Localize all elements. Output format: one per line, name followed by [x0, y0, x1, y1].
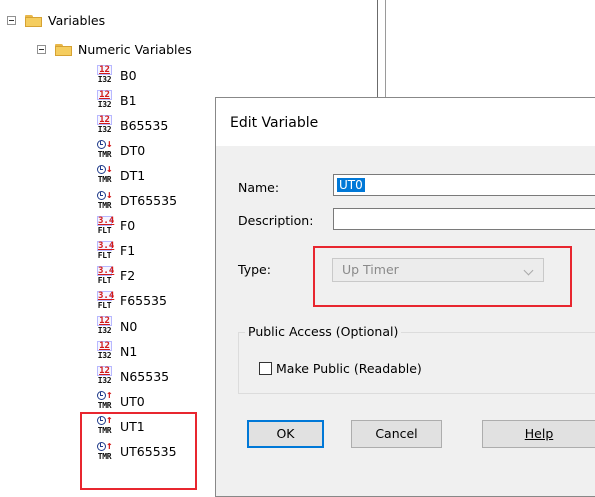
- float-variable-icon: 3.4 FLT: [97, 215, 115, 235]
- tree-node-variables[interactable]: Variables: [7, 9, 105, 31]
- int32-variable-icon: 12 I32: [97, 90, 112, 110]
- int32-variable-icon: 12 I32: [97, 316, 112, 335]
- description-field[interactable]: [333, 208, 595, 230]
- tree-item[interactable]: 12 I32 B1: [96, 89, 137, 111]
- tree-item[interactable]: 3.4 FLT F1: [96, 240, 135, 262]
- dialog-titlebar[interactable]: Edit Variable: [216, 98, 595, 146]
- tree-item[interactable]: 12 I32 N1: [96, 340, 137, 362]
- tree-item-label: B0: [120, 67, 137, 83]
- edit-variable-dialog: Edit Variable Name: UT0 Description: Typ…: [215, 97, 595, 497]
- cancel-button-label: Cancel: [375, 426, 418, 441]
- int32-variable-icon: 12 I32: [97, 115, 112, 135]
- tree-item[interactable]: 12 I32 B0: [96, 64, 137, 86]
- type-label: Type:: [238, 262, 271, 277]
- collapse-icon[interactable]: [7, 15, 16, 25]
- name-label: Name:: [238, 180, 280, 195]
- tree-item-label: N1: [120, 343, 138, 359]
- description-label: Description:: [238, 213, 314, 228]
- tree-item-label: F1: [120, 243, 136, 259]
- tree-item-label: DT0: [120, 142, 146, 158]
- tree-item-label: F65535: [120, 293, 167, 309]
- public-access-legend: Public Access (Optional): [245, 324, 402, 339]
- tree-item-label: B1: [120, 92, 137, 108]
- make-public-label[interactable]: Make Public (Readable): [276, 361, 422, 376]
- tree-item[interactable]: 12 I32 N65535: [96, 365, 169, 387]
- tree-item[interactable]: ↓ TMR DT1: [96, 162, 146, 186]
- tree-item[interactable]: ↓ TMR DT0: [96, 137, 146, 161]
- highlight-box-type: [313, 246, 572, 307]
- folder-icon: [25, 14, 42, 27]
- tree-item-label: DT1: [120, 167, 146, 183]
- down-timer-icon: ↓ TMR: [97, 162, 113, 185]
- folder-icon: [55, 43, 72, 56]
- tree-item[interactable]: 3.4 FLT F2: [96, 265, 135, 287]
- tree-item-label: B65535: [120, 117, 169, 133]
- ok-button-label: OK: [276, 426, 295, 441]
- tree-item[interactable]: 3.4 FLT F0: [96, 215, 135, 237]
- int32-variable-icon: 12 I32: [97, 65, 112, 84]
- down-timer-icon: ↓ TMR: [97, 137, 113, 160]
- highlight-box-timers: [80, 412, 197, 490]
- tree-item-label: N65535: [120, 368, 170, 384]
- int32-variable-icon: 12 I32: [97, 366, 112, 386]
- tree-item-label: UT0: [120, 393, 145, 409]
- tree-item[interactable]: 3.4 FLT F65535: [96, 290, 167, 312]
- float-variable-icon: 3.4 FLT: [97, 240, 115, 260]
- up-timer-icon: ↑ TMR: [97, 388, 113, 411]
- help-button[interactable]: Help: [482, 420, 595, 448]
- make-public-checkbox[interactable]: [259, 362, 272, 375]
- tree-item-label: F0: [120, 218, 136, 234]
- tree-node-label: Variables: [48, 12, 106, 28]
- float-variable-icon: 3.4 FLT: [97, 290, 115, 310]
- tree-item[interactable]: ↑ TMR UT0: [96, 388, 145, 412]
- cancel-button[interactable]: Cancel: [351, 420, 442, 448]
- name-value: UT0: [337, 178, 365, 192]
- collapse-icon[interactable]: [37, 44, 46, 54]
- int32-variable-icon: 12 I32: [97, 341, 112, 361]
- tree-item[interactable]: 12 I32 B65535: [96, 114, 168, 136]
- dialog-title: Edit Variable: [230, 115, 319, 131]
- ok-button[interactable]: OK: [247, 420, 324, 448]
- tree-item[interactable]: ↓ TMR DT65535: [96, 187, 178, 212]
- float-variable-icon: 3.4 FLT: [97, 265, 115, 285]
- tree-item[interactable]: 12 I32 N0: [96, 315, 137, 337]
- tree-node-numeric-variables[interactable]: Numeric Variables: [37, 38, 192, 60]
- tree-item-label: DT65535: [120, 193, 178, 208]
- tree-item-label: F2: [120, 268, 136, 284]
- down-timer-icon: ↓ TMR: [97, 187, 113, 210]
- name-field[interactable]: UT0: [333, 174, 595, 196]
- tree-item-label: N0: [120, 318, 138, 334]
- tree-node-label: Numeric Variables: [78, 41, 192, 57]
- help-button-label: Help: [524, 426, 554, 441]
